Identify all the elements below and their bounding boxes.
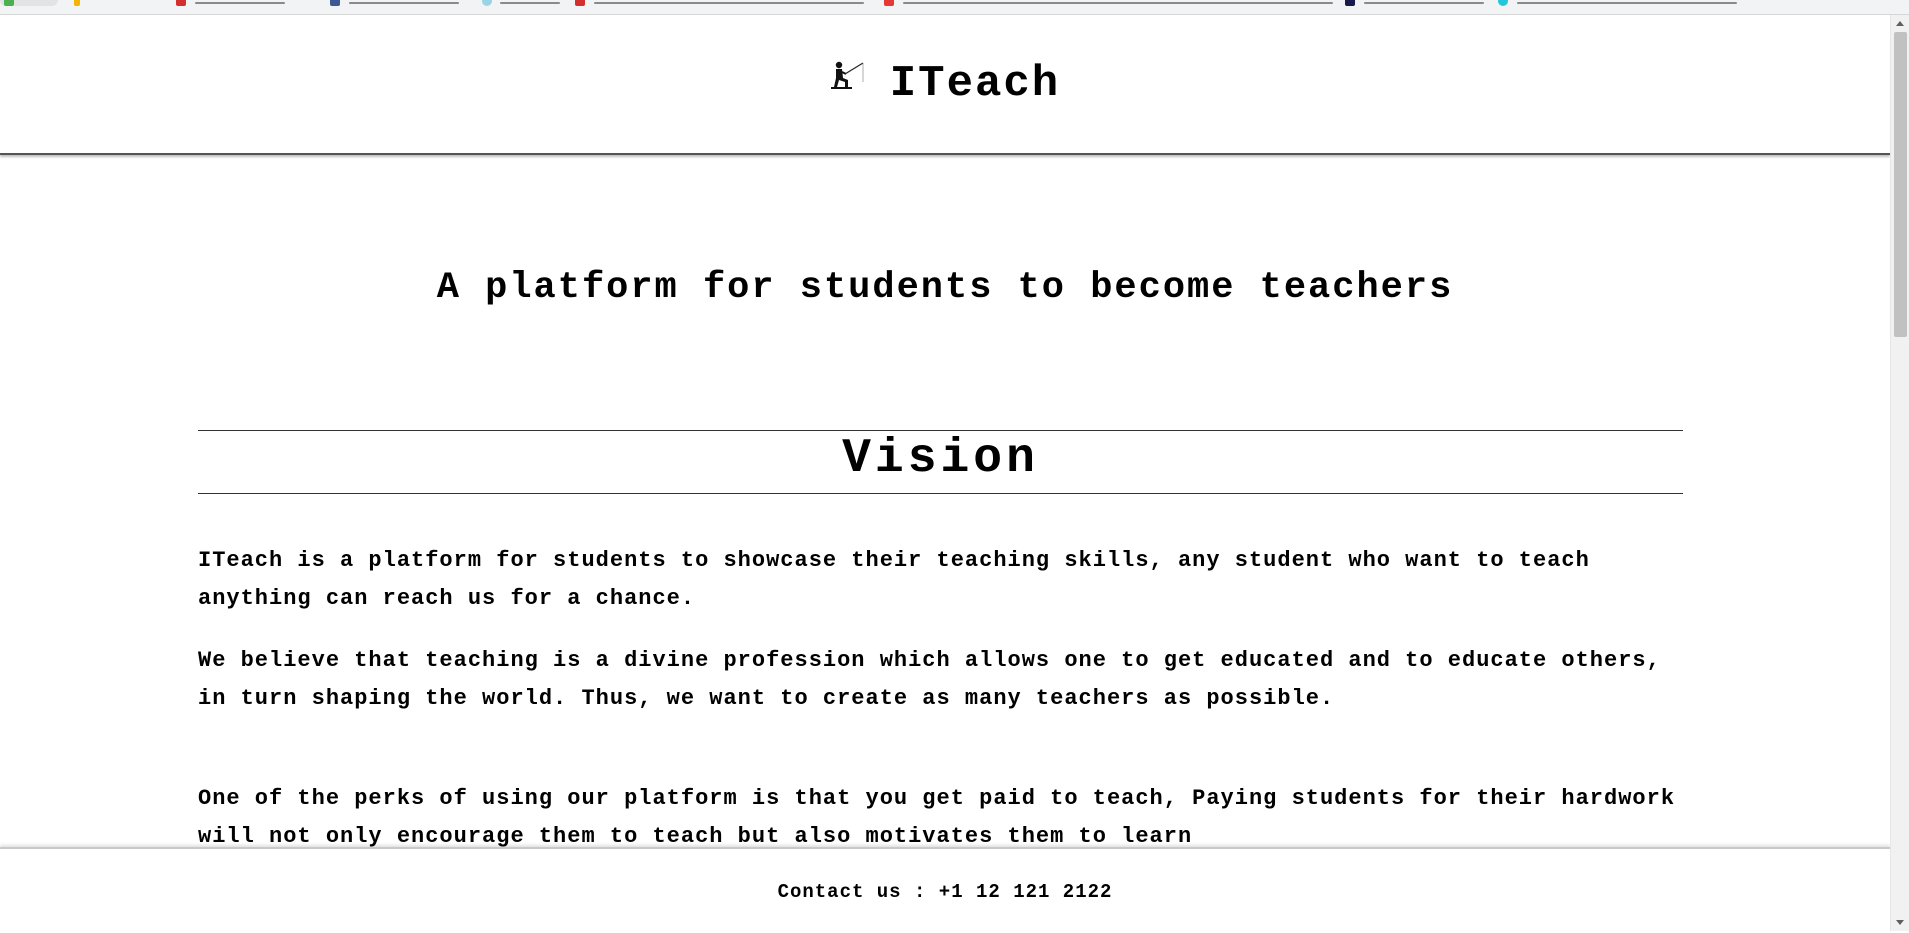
bookmark-label <box>1364 2 1484 4</box>
bookmark-favicon-icon[interactable] <box>1345 0 1355 6</box>
bookmark-favicon-icon[interactable] <box>1498 0 1508 6</box>
bookmark-favicon-icon[interactable] <box>482 0 492 6</box>
bookmark-label <box>500 2 560 4</box>
bookmark-label <box>349 2 459 4</box>
bookmark-label <box>594 2 864 4</box>
bookmark-favicon-icon[interactable] <box>330 0 340 6</box>
bookmark-label <box>1517 2 1737 4</box>
apps-grid-icon <box>4 0 14 6</box>
scroll-down-arrow-icon[interactable] <box>1896 920 1904 925</box>
browser-bookmarks-bar <box>0 0 1909 15</box>
scroll-thumb[interactable] <box>1894 32 1907 337</box>
page-scrollbar[interactable] <box>1890 15 1909 931</box>
main-content: A platform for students to become teache… <box>0 155 1890 848</box>
scroll-up-arrow-icon[interactable] <box>1896 21 1904 26</box>
bookmark-label <box>195 2 285 4</box>
brand-title: ITeach <box>889 59 1061 109</box>
brand[interactable]: ITeach <box>0 59 1890 109</box>
vision-paragraph-3: One of the perks of using our platform i… <box>198 786 1676 848</box>
site-header: ITeach <box>0 15 1890 155</box>
vision-bottom-divider <box>198 493 1683 494</box>
contact-text: Contact us : +1 12 121 2122 <box>777 881 1113 903</box>
vision-heading: Vision <box>842 432 1039 486</box>
bookmark-favicon-icon[interactable] <box>176 0 186 6</box>
fishing-person-icon <box>830 54 864 104</box>
site-footer: Contact us : +1 12 121 2122 <box>0 847 1890 933</box>
bookmark-favicon-icon[interactable] <box>575 0 585 6</box>
page-tagline: A platform for students to become teache… <box>436 267 1454 309</box>
bookmark-favicon-icon <box>74 0 80 6</box>
bookmark-label <box>903 2 1333 4</box>
vision-paragraph-2: We believe that teaching is a divine pro… <box>198 648 1661 711</box>
vision-paragraph-1: ITeach is a platform for students to sho… <box>198 548 1590 611</box>
bookmark-favicon-icon[interactable] <box>884 0 894 6</box>
